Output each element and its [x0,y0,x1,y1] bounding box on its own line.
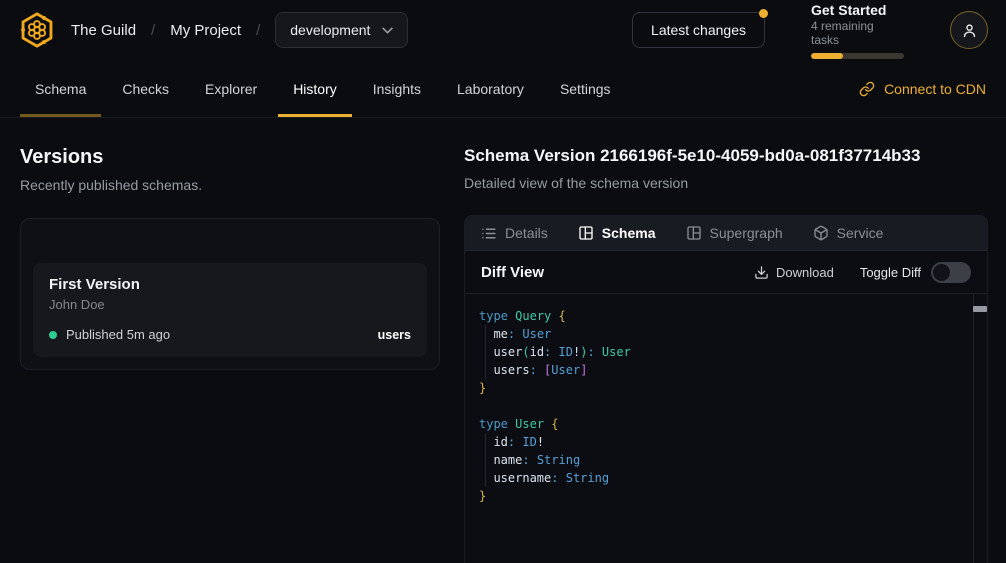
code-line: users: [User] [479,361,973,379]
version-author: John Doe [49,297,411,312]
guild-logo-icon[interactable] [18,11,56,49]
schema-code-viewer[interactable]: type Query { me: User user(id: ID!): Use… [465,294,987,563]
main-content: Versions Recently published schemas. Fir… [0,118,1006,563]
detail-tab-service[interactable]: Service [813,225,884,241]
versions-subtitle: Recently published schemas. [20,177,440,193]
scrollbar-track [973,294,974,563]
version-detail-panel: Details Schema Supergraph Service Diff View… [464,215,988,563]
columns-icon [578,225,594,241]
detail-tab-label: Details [505,225,548,241]
nav-tab-checks[interactable]: Checks [107,60,184,117]
code-line: } [479,379,973,397]
link-icon [859,81,875,97]
nav-tabs: SchemaChecksExplorerHistoryInsightsLabor… [20,60,626,117]
main-nav: SchemaChecksExplorerHistoryInsightsLabor… [0,60,1006,118]
code-lines: type Query { me: User user(id: ID!): Use… [479,307,973,505]
app-header: The Guild / My Project / development Lat… [0,0,1006,60]
nav-tab-history[interactable]: History [278,60,352,117]
nav-tab-laboratory[interactable]: Laboratory [442,60,539,117]
version-status: Published 5m ago [66,327,170,342]
download-icon [754,265,769,280]
target-selector[interactable]: development [275,12,408,48]
detail-tab-label: Schema [602,225,656,241]
breadcrumb-separator: / [151,22,155,39]
indent-guide [485,325,486,379]
connect-to-cdn-label: Connect to CDN [884,81,986,97]
toggle-diff-switch[interactable] [931,262,971,283]
version-detail-subtitle: Detailed view of the schema version [464,175,988,191]
nav-tab-explorer[interactable]: Explorer [190,60,272,117]
nav-tab-insights[interactable]: Insights [358,60,436,117]
detail-tab-schema[interactable]: Schema [578,225,656,241]
diff-view-title: Diff View [481,264,544,281]
columns-icon [686,225,702,241]
indent-guide [485,433,486,487]
detail-tab-label: Service [837,225,884,241]
get-started-title: Get Started [811,2,904,18]
latest-changes-label: Latest changes [651,22,746,38]
chevron-down-icon [382,27,393,34]
version-detail-title: Schema Version 2166196f-5e10-4059-bd0a-0… [464,146,988,166]
code-line: type User { [479,415,973,433]
code-line: me: User [479,325,973,343]
get-started-progress-fill [811,53,843,59]
get-started-widget[interactable]: Get Started 4 remaining tasks [811,2,904,59]
diff-view-header: Diff View Download Toggle Diff [465,251,987,294]
toggle-diff-knob [933,264,950,281]
version-list-item[interactable]: First Version John Doe Published 5m ago … [33,263,427,357]
target-selector-label: development [290,22,370,38]
download-button[interactable]: Download [754,265,834,280]
code-line [479,397,973,415]
user-avatar[interactable] [950,11,988,49]
versions-title: Versions [20,146,440,169]
versions-list: First Version John Doe Published 5m ago … [20,218,440,370]
get-started-progress [811,53,904,59]
nav-tab-schema[interactable]: Schema [20,60,101,117]
list-icon [480,225,497,242]
breadcrumb-project[interactable]: My Project [170,22,241,39]
versions-section: Versions Recently published schemas. Fir… [0,118,464,563]
box-icon [813,225,829,241]
version-detail-section: Schema Version 2166196f-5e10-4059-bd0a-0… [464,118,1006,563]
published-status-dot [49,331,57,339]
latest-changes-button[interactable]: Latest changes [632,12,765,48]
version-service-badge: users [378,328,411,342]
detail-tabs: Details Schema Supergraph Service [465,216,987,251]
detail-tab-label: Supergraph [710,225,783,241]
connect-to-cdn-link[interactable]: Connect to CDN [859,60,986,117]
toggle-diff-label: Toggle Diff [860,265,921,280]
code-line: id: ID! [479,433,973,451]
get-started-subtitle: 4 remaining tasks [811,19,904,47]
detail-tab-details[interactable]: Details [480,225,548,242]
breadcrumb-separator: / [256,22,260,39]
scrollbar-thumb[interactable] [973,306,987,312]
download-label: Download [776,265,834,280]
code-line: user(id: ID!): User [479,343,973,361]
nav-tab-settings[interactable]: Settings [545,60,626,117]
notification-dot [759,9,768,18]
version-name: First Version [49,276,411,293]
detail-tab-supergraph[interactable]: Supergraph [686,225,783,241]
code-line: name: String [479,451,973,469]
person-icon [961,22,978,39]
code-line: username: String [479,469,973,487]
breadcrumb-org[interactable]: The Guild [71,22,136,39]
code-line: } [479,487,973,505]
code-line: type Query { [479,307,973,325]
